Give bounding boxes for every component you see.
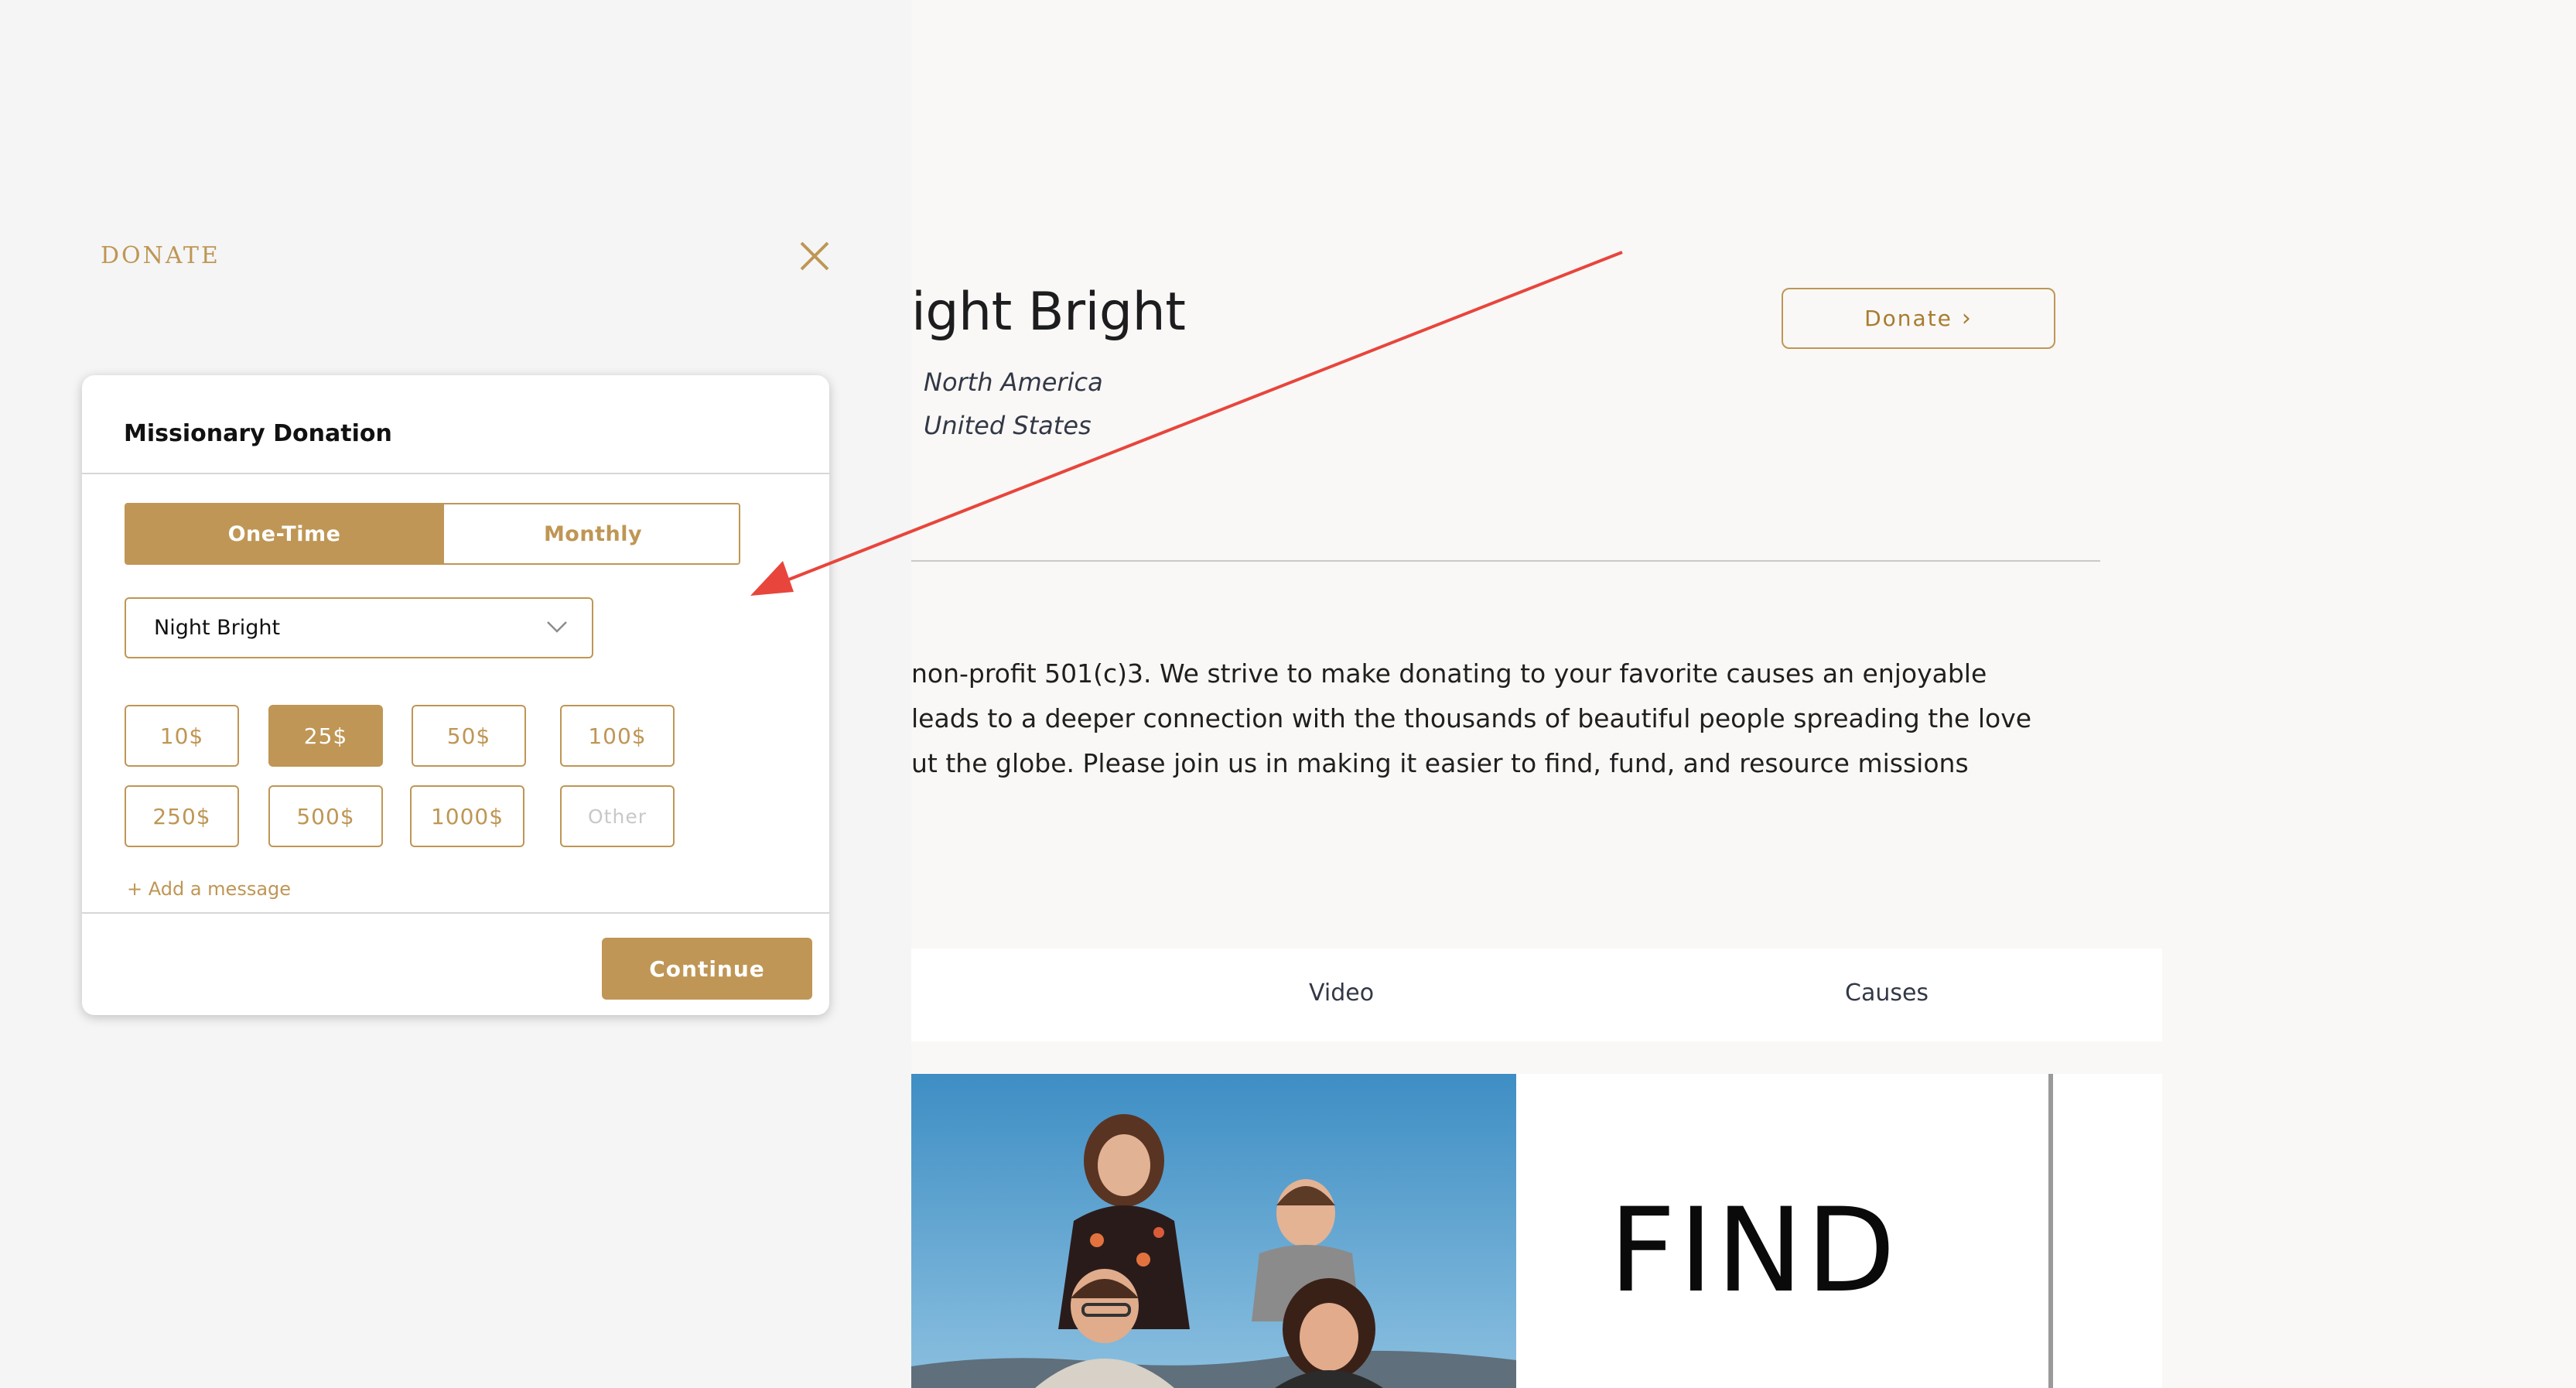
chevron-down-icon [545, 620, 569, 637]
card-divider [82, 912, 829, 914]
amount-500[interactable]: 500$ [268, 785, 383, 847]
tab-causes[interactable]: Causes [1845, 979, 1929, 1007]
amount-10[interactable]: 10$ [125, 705, 239, 767]
family-photo-illustration [911, 1074, 1516, 1388]
chevron-right-icon: › [1961, 305, 1973, 332]
vertical-rule [2048, 1074, 2053, 1388]
add-message-link[interactable]: + Add a message [127, 878, 291, 900]
recipient-select[interactable]: Night Bright [125, 597, 593, 658]
donate-button-label: Donate [1864, 306, 1952, 331]
frequency-toggle: One-Time Monthly [125, 503, 740, 565]
tab-video[interactable]: Video [1309, 979, 1374, 1007]
monthly-option[interactable]: Monthly [442, 504, 739, 563]
amount-25[interactable]: 25$ [268, 705, 383, 767]
donate-drawer: DONATE Missionary Donation One-Time Mont… [0, 0, 911, 1388]
profile-tabs: Video Causes [911, 949, 2162, 1041]
recipient-select-value: Night Bright [154, 616, 281, 640]
profile-country: United States [924, 411, 1092, 440]
other-amount-input[interactable]: Other [560, 785, 675, 847]
section-divider [911, 560, 2100, 562]
profile-name: ight Bright [911, 282, 1186, 343]
background-page: ight Bright North America United States … [911, 0, 2576, 1388]
donation-card: Missionary Donation One-Time Monthly Nig… [82, 375, 829, 1015]
donate-button[interactable]: Donate › [1782, 288, 2055, 349]
close-icon[interactable] [795, 237, 834, 275]
about-line: leads to a deeper connection with the th… [911, 703, 2032, 733]
family-photo [911, 1074, 1516, 1388]
amount-1000[interactable]: 1000$ [410, 785, 524, 847]
card-divider [82, 473, 829, 474]
find-heading: FIND [1609, 1184, 1899, 1318]
one-time-option[interactable]: One-Time [126, 504, 442, 563]
about-text: non-profit 501(c)3. We strive to make do… [911, 651, 2149, 786]
amount-100[interactable]: 100$ [560, 705, 675, 767]
amount-250[interactable]: 250$ [125, 785, 239, 847]
profile-region: North America [924, 368, 1103, 397]
drawer-title: DONATE [101, 242, 220, 269]
continue-button[interactable]: Continue [602, 938, 812, 1000]
card-title: Missionary Donation [124, 420, 392, 447]
about-line: non-profit 501(c)3. We strive to make do… [911, 658, 1987, 689]
about-line: ut the globe. Please join us in making i… [911, 748, 1969, 778]
amount-50[interactable]: 50$ [412, 705, 526, 767]
